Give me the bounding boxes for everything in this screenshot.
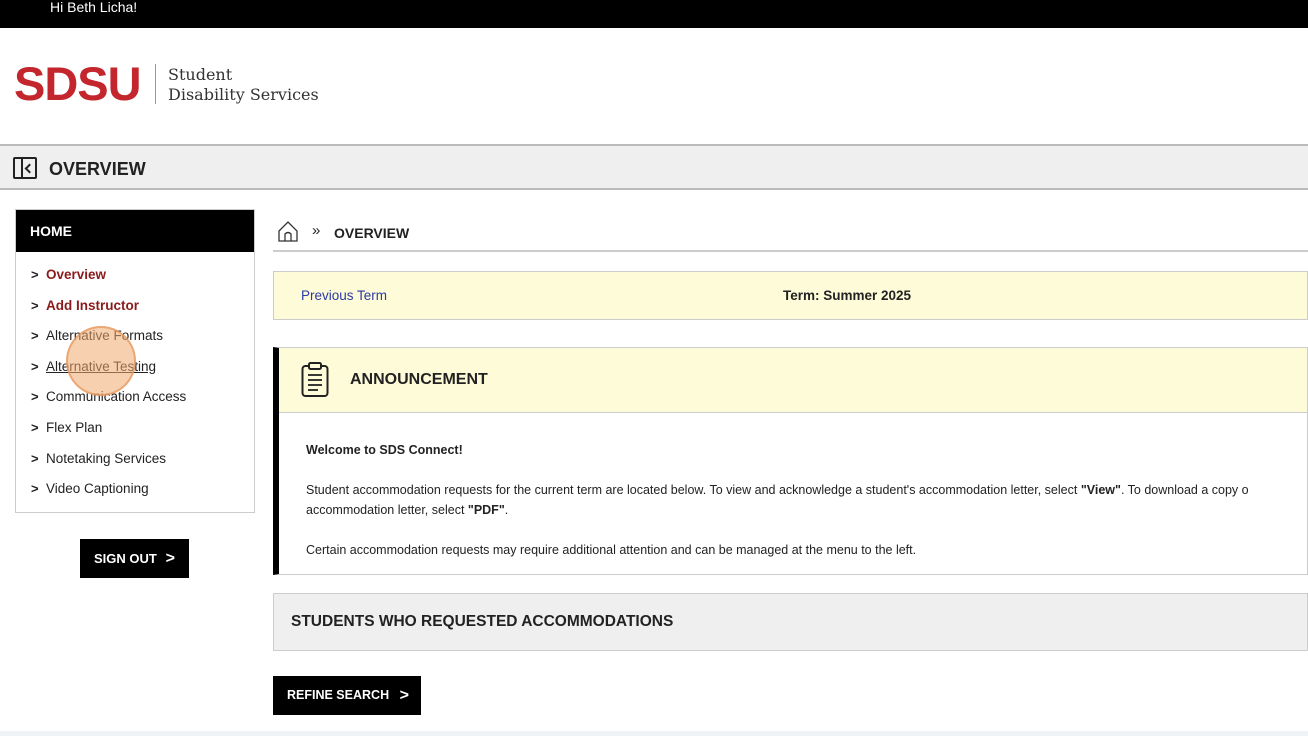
sidebar-item-flex-plan[interactable]: > Flex Plan [16,413,254,444]
home-icon[interactable] [277,220,299,242]
announcement-panel: ANNOUNCEMENT Welcome to SDS Connect! Stu… [273,347,1308,575]
bottom-strip [0,731,1308,736]
sidebar-item-label: Alternative Testing [46,358,157,374]
user-greeting: Hi Beth Licha! [50,0,138,15]
department-line-2: Disability Services [168,85,319,104]
page-title: OVERVIEW [49,159,146,179]
chevron-right-icon: > [31,358,39,374]
sidebar-heading[interactable]: HOME [16,210,254,252]
term-bar: Previous Term Term: Summer 2025 [273,271,1308,320]
sidebar-item-label: Flex Plan [46,419,103,435]
sidebar-item-communication-access[interactable]: > Communication Access [16,382,254,413]
announcement-paragraph-1: Student accommodation requests for the c… [306,480,1307,520]
sidebar-item-label: Add Instructor [46,297,139,313]
sidebar-item-label: Video Captioning [46,481,149,497]
site-header: SDSU Student Disability Services [0,28,1308,144]
announcement-header: ANNOUNCEMENT [279,348,1307,413]
pdf-keyword: "PDF" [467,503,505,517]
chevron-right-icon: > [31,419,39,435]
sdsu-logo[interactable]: SDSU [14,60,142,108]
logo-divider [155,64,156,104]
chevron-right-icon: > [399,687,409,704]
sidebar-item-alternative-formats[interactable]: > Alternative Formats [16,321,254,352]
chevron-right-icon: > [31,481,39,497]
sign-out-label: SIGN OUT [94,551,157,566]
sidebar-item-video-captioning[interactable]: > Video Captioning [16,474,254,505]
chevron-right-icon: > [31,297,39,313]
chevron-right-icon: > [31,267,39,282]
announcement-body: Welcome to SDS Connect! Student accommod… [306,440,1307,574]
breadcrumb: » OVERVIEW [273,216,1308,252]
refine-search-label: REFINE SEARCH [287,688,390,702]
refine-search-button[interactable]: REFINE SEARCH > [273,676,421,715]
students-section-title: STUDENTS WHO REQUESTED ACCOMMODATIONS [291,613,674,630]
department-line-1: Student [168,65,233,84]
announcement-text: Student accommodation requests for the c… [306,483,1081,497]
sidebar-toggle-icon[interactable] [13,157,37,179]
announcement-text: . To download a copy o [1120,483,1249,497]
announcement-welcome: Welcome to SDS Connect! [306,443,463,457]
sidebar-item-alternative-testing[interactable]: > Alternative Testing [16,352,254,383]
announcement-text: . [504,503,509,517]
sidebar-item-notetaking-services[interactable]: > Notetaking Services [16,444,254,475]
announcement-paragraph-2: Certain accommodation requests may requi… [306,543,917,557]
sidebar-item-overview[interactable]: > Overview [16,260,254,291]
chevron-right-icon: > [31,450,39,466]
chevron-right-icon: > [31,389,39,405]
sidebar-item-label: Communication Access [46,389,187,405]
sidebar-item-label: Notetaking Services [46,450,167,466]
sidebar-item-add-instructor[interactable]: > Add Instructor [16,291,254,322]
previous-term-link[interactable]: Previous Term [301,288,387,303]
clipboard-icon [301,362,329,397]
sidebar-nav: HOME > Overview > Add Instructor > Alternat… [15,209,255,513]
breadcrumb-current: OVERVIEW [334,225,410,241]
students-section-header[interactable]: STUDENTS WHO REQUESTED ACCOMMODATIONS [273,593,1308,651]
page-header-bar: OVERVIEW [0,144,1308,190]
sidebar-menu: > Overview > Add Instructor > Alternative F… [16,252,254,505]
chevron-right-icon: > [31,328,39,344]
sidebar-item-label: Alternative Formats [46,328,164,344]
view-keyword: "View" [1080,483,1121,497]
sidebar-item-label: Overview [46,267,107,282]
department-name: Student Disability Services [168,65,319,105]
announcement-title: ANNOUNCEMENT [350,371,488,388]
announcement-text: accommodation letter, select [306,503,468,517]
sign-out-button[interactable]: SIGN OUT > [80,539,189,578]
breadcrumb-separator: » [312,222,321,239]
current-term-label: Term: Summer 2025 [783,288,912,303]
top-bar: Hi Beth Licha! [0,0,1308,28]
chevron-right-icon: > [165,550,175,567]
